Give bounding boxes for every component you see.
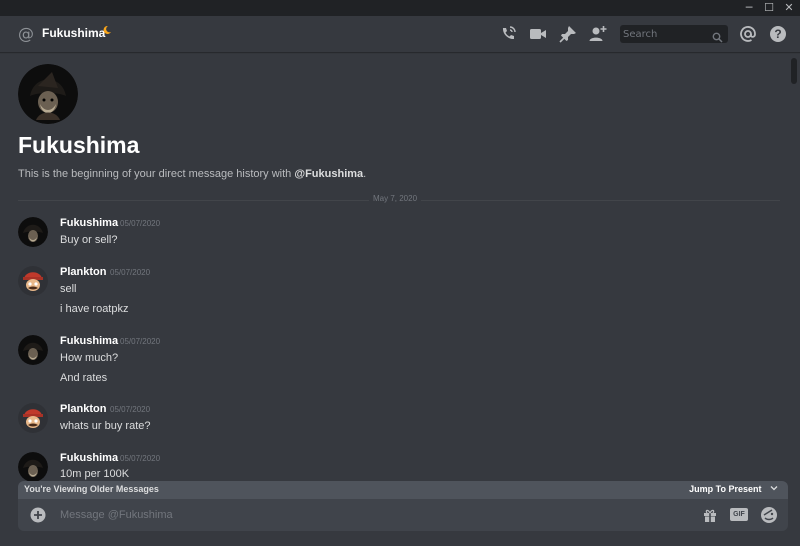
avatar[interactable] [18, 335, 48, 365]
channel-header: @ Fukushima ? [0, 16, 800, 52]
minimize-button[interactable]: ─ [738, 0, 760, 16]
message-text: 10m per 100K [60, 468, 130, 480]
intro-title: Fukushima [18, 132, 140, 158]
message-text: whats ur buy rate? [60, 420, 151, 432]
emoji-icon[interactable] [760, 506, 778, 528]
message-author[interactable]: Fukushima [60, 452, 118, 464]
scrollbar[interactable] [790, 56, 798, 482]
message-input[interactable] [60, 507, 620, 523]
scrollbar-thumb[interactable] [791, 58, 797, 84]
jump-to-present-button[interactable]: Jump To Present [689, 484, 778, 494]
message-timestamp: 05/07/2020 [110, 405, 151, 414]
older-messages-bar: You're Viewing Older Messages Jump To Pr… [18, 481, 788, 499]
maximize-button[interactable]: ☐ [758, 0, 780, 16]
message-author[interactable]: Fukushima [60, 335, 118, 347]
message-author[interactable]: Fukushima [60, 217, 118, 229]
search-box[interactable] [620, 25, 728, 43]
message-author[interactable]: Plankton [60, 266, 106, 278]
message-author[interactable]: Plankton [60, 403, 106, 415]
intro-description: This is the beginning of your direct mes… [18, 168, 366, 180]
pin-icon[interactable] [558, 24, 578, 44]
avatar[interactable] [18, 217, 48, 247]
chevron-down-icon [770, 486, 778, 491]
intro-desc-handle: @Fukushima [294, 168, 364, 180]
message-text: i have roatpkz [60, 303, 129, 315]
date-divider-label: May 7, 2020 [369, 194, 422, 203]
message-timestamp: 05/07/2020 [110, 268, 151, 277]
mention-icon[interactable] [738, 24, 758, 44]
search-input[interactable] [623, 26, 707, 42]
jump-to-present-label: Jump To Present [689, 484, 762, 494]
window-titlebar: ─ ☐ ✕ [0, 0, 800, 16]
message-timestamp: 05/07/2020 [120, 219, 161, 228]
profile-avatar [18, 64, 78, 124]
intro-desc-suffix: . [363, 168, 367, 180]
header-username: Fukushima [42, 26, 106, 40]
avatar[interactable] [18, 403, 48, 433]
message-text: Buy or sell? [60, 234, 118, 246]
close-window-button[interactable]: ✕ [778, 0, 800, 16]
avatar[interactable] [18, 452, 48, 482]
message-composer: GIF [18, 499, 788, 531]
avatar[interactable] [18, 266, 48, 296]
call-icon[interactable] [498, 24, 518, 44]
older-messages-label: You're Viewing Older Messages [24, 484, 159, 494]
message-text: How much? [60, 352, 119, 364]
at-icon: @ [18, 24, 34, 43]
svg-text:?: ? [774, 27, 781, 41]
message-timestamp: 05/07/2020 [120, 337, 161, 346]
search-icon [712, 28, 723, 47]
message-list[interactable]: Fukushima This is the beginning of your … [0, 52, 790, 482]
moon-icon [102, 25, 112, 38]
message-text: sell [60, 283, 77, 295]
message-timestamp: 05/07/2020 [120, 454, 161, 463]
help-icon[interactable]: ? [768, 24, 788, 44]
video-icon[interactable] [528, 24, 548, 44]
gif-button[interactable]: GIF [730, 508, 748, 521]
gift-icon[interactable] [702, 507, 718, 527]
message-text: And rates [60, 372, 108, 384]
upload-icon[interactable] [30, 507, 46, 527]
add-friend-icon[interactable] [588, 24, 608, 44]
intro-desc-prefix: This is the beginning of your direct mes… [18, 168, 295, 180]
